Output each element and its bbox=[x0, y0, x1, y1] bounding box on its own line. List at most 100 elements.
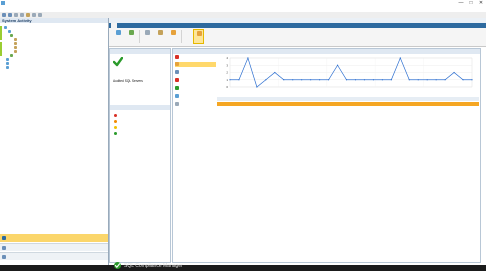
close-button[interactable]: ✕ bbox=[476, 0, 486, 7]
data-point bbox=[265, 79, 267, 81]
report-item[interactable] bbox=[175, 102, 216, 107]
explore-icon bbox=[2, 236, 6, 240]
nav-button[interactable] bbox=[0, 243, 108, 251]
left-panel-column: Audited SQL Servers bbox=[109, 48, 171, 263]
table-row[interactable] bbox=[217, 102, 479, 106]
minimize-button[interactable]: — bbox=[456, 0, 466, 7]
collect-icon bbox=[171, 30, 176, 35]
data-point bbox=[301, 79, 303, 81]
activity-chart: 0 1 2 3 4 bbox=[226, 56, 473, 89]
table-row[interactable] bbox=[217, 117, 479, 121]
nav-button[interactable] bbox=[0, 252, 108, 260]
alert-row[interactable] bbox=[114, 119, 172, 123]
back-icon[interactable] bbox=[2, 13, 6, 17]
data-point bbox=[408, 79, 410, 81]
low-icon bbox=[114, 131, 117, 135]
data-point bbox=[417, 79, 419, 81]
data-point bbox=[229, 79, 231, 81]
dml-icon bbox=[175, 86, 179, 91]
security-icon bbox=[175, 70, 179, 75]
maximize-button[interactable]: □ bbox=[466, 0, 476, 7]
product-logo bbox=[114, 262, 121, 269]
configure-button[interactable] bbox=[142, 29, 153, 44]
ribbon bbox=[109, 28, 486, 47]
alert-button[interactable] bbox=[193, 29, 204, 44]
table-row[interactable] bbox=[217, 122, 479, 126]
data-point bbox=[471, 79, 473, 81]
app-window: — □ ✕ System Activity Audited SQL Server… bbox=[0, 0, 486, 271]
reports-panel: 0 1 2 3 4 bbox=[172, 48, 481, 263]
data-point bbox=[292, 79, 294, 81]
tree-node[interactable] bbox=[14, 49, 18, 53]
report-item-selected[interactable] bbox=[175, 62, 216, 67]
activity-icon bbox=[175, 102, 179, 107]
report-item[interactable] bbox=[175, 70, 216, 75]
data-point bbox=[256, 86, 258, 88]
report-item[interactable] bbox=[175, 94, 216, 99]
y-tick-label: 2 bbox=[226, 71, 228, 75]
ribbon-divider bbox=[139, 30, 140, 43]
help-icon[interactable] bbox=[32, 13, 36, 17]
status-header bbox=[110, 49, 170, 54]
explorer-header: System Activity bbox=[0, 18, 108, 23]
y-tick-label: 3 bbox=[226, 63, 228, 67]
data-point bbox=[426, 79, 428, 81]
refresh-icon[interactable] bbox=[14, 13, 18, 17]
refresh-button[interactable] bbox=[126, 29, 137, 44]
gear-icon bbox=[145, 30, 150, 35]
title-bar: — □ ✕ bbox=[0, 0, 486, 7]
data-point bbox=[363, 79, 366, 81]
folder-icon[interactable] bbox=[26, 13, 30, 17]
instance-icon bbox=[10, 53, 13, 57]
status-row: Audited SQL Servers bbox=[113, 79, 143, 83]
collect-button[interactable] bbox=[168, 29, 179, 44]
server-group-icon bbox=[4, 25, 7, 29]
data-point bbox=[390, 79, 392, 81]
data-point bbox=[354, 79, 357, 81]
high-icon bbox=[114, 119, 117, 123]
report-item[interactable] bbox=[175, 55, 216, 60]
alert-row[interactable] bbox=[114, 113, 172, 117]
table-row[interactable] bbox=[217, 107, 479, 111]
product-name: SQL Compliance Manager bbox=[124, 263, 183, 269]
severe-icon bbox=[114, 113, 117, 117]
register-server-button[interactable] bbox=[113, 29, 124, 44]
report-item[interactable] bbox=[175, 78, 216, 83]
instance-icon bbox=[10, 33, 13, 37]
server-icon bbox=[6, 65, 9, 69]
ddl-icon bbox=[175, 78, 179, 83]
print-icon[interactable] bbox=[20, 13, 24, 17]
alerts-header bbox=[110, 105, 170, 110]
permissions-button[interactable] bbox=[155, 29, 166, 44]
data-point bbox=[247, 57, 249, 59]
tree-node[interactable] bbox=[6, 65, 10, 69]
refresh-icon bbox=[129, 30, 134, 35]
data-point bbox=[283, 79, 285, 81]
privileged-user-icon bbox=[175, 94, 179, 99]
table-header bbox=[217, 97, 479, 101]
tree-node[interactable] bbox=[10, 53, 14, 57]
alert-row[interactable] bbox=[114, 131, 172, 135]
settings-icon[interactable] bbox=[38, 13, 42, 17]
data-point bbox=[345, 79, 348, 81]
alert-row[interactable] bbox=[114, 125, 172, 129]
data-point bbox=[462, 79, 464, 81]
status-row bbox=[113, 84, 171, 88]
y-tick-label: 0 bbox=[226, 85, 228, 89]
data-point bbox=[399, 57, 401, 59]
data-point bbox=[435, 79, 437, 81]
data-point bbox=[274, 71, 276, 74]
alerts-icon bbox=[2, 246, 6, 250]
report-item[interactable] bbox=[175, 86, 216, 91]
medium-icon bbox=[114, 125, 117, 129]
table-row[interactable] bbox=[217, 127, 479, 131]
warning-icon bbox=[197, 31, 202, 36]
nav-button-active[interactable] bbox=[0, 234, 108, 242]
server-add-icon bbox=[116, 30, 121, 35]
status-row bbox=[113, 89, 171, 93]
data-point bbox=[453, 71, 455, 74]
admin-icon bbox=[2, 255, 6, 259]
forward-icon[interactable] bbox=[8, 13, 12, 17]
app-icon bbox=[1, 1, 5, 5]
table-row[interactable] bbox=[217, 112, 479, 116]
